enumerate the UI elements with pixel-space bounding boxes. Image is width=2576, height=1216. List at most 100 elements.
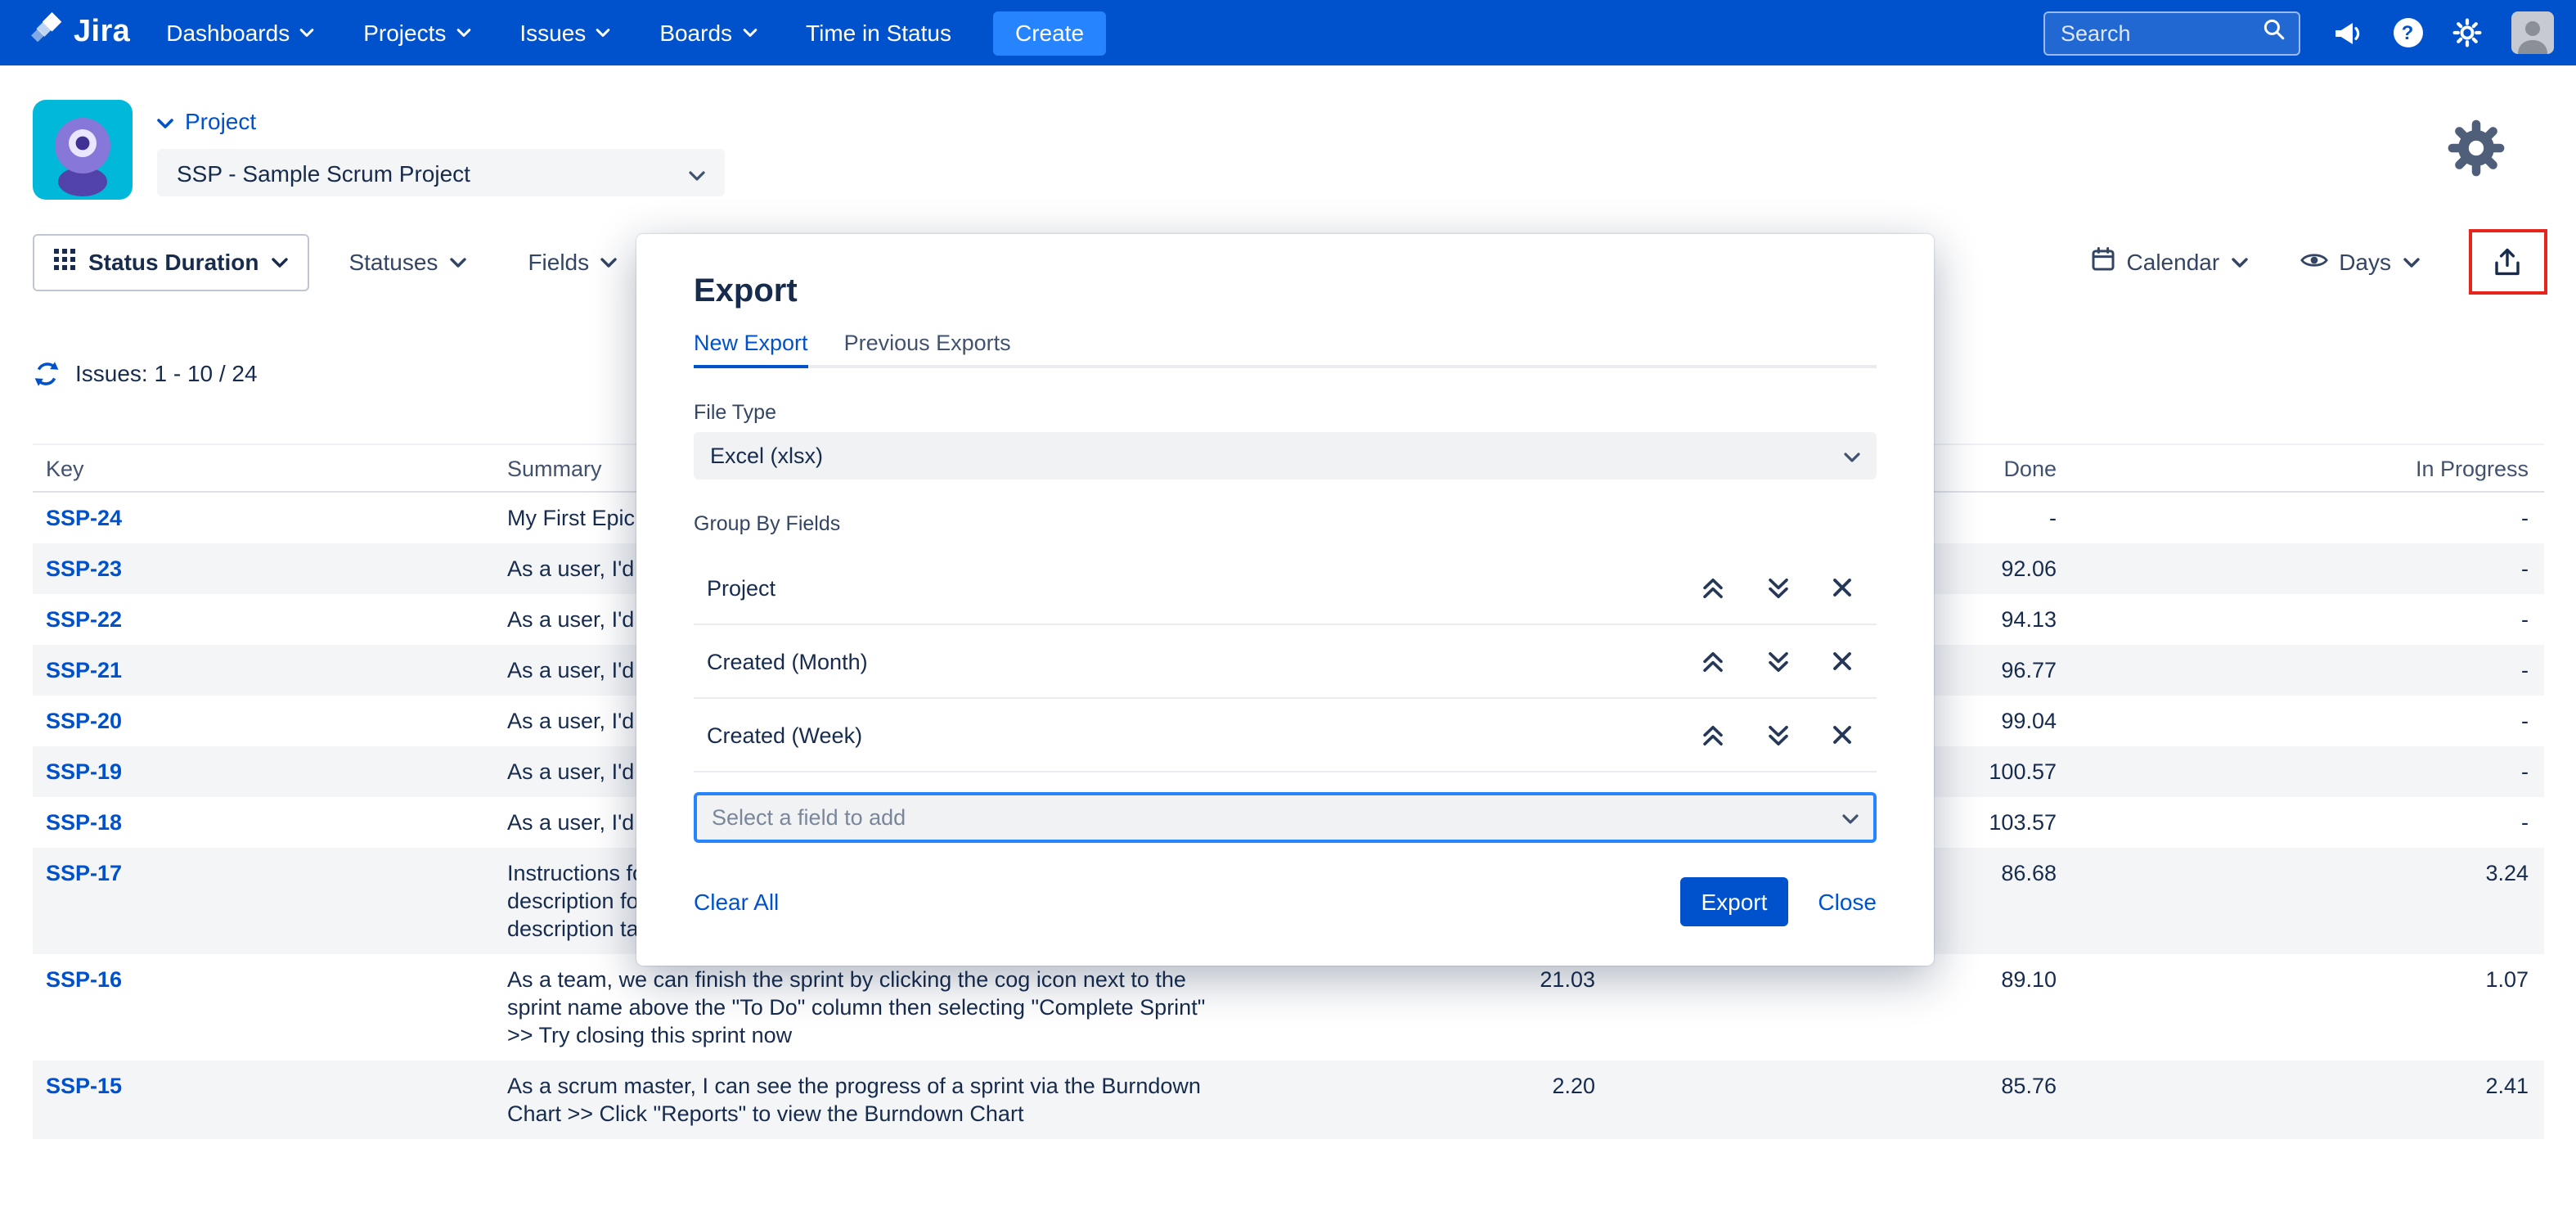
file-type-value: Excel (xlsx): [710, 444, 823, 468]
column-header-key[interactable]: Key: [33, 454, 507, 482]
issue-key-link[interactable]: SSP-16: [46, 967, 122, 992]
report-type-label: Status Duration: [88, 249, 258, 275]
clear-all-button[interactable]: Clear All: [694, 889, 779, 915]
issue-in-progress-value: 3.24: [2057, 859, 2543, 887]
chevron-down-icon: [272, 256, 288, 268]
move-top-button[interactable]: [1702, 651, 1724, 672]
fields-dropdown[interactable]: Fields: [528, 249, 617, 275]
calendar-dropdown[interactable]: Calendar: [2091, 247, 2248, 277]
jira-logo[interactable]: Jira: [29, 11, 130, 54]
issue-in-progress-value: -: [2057, 656, 2543, 684]
export-button-wrap: [2471, 232, 2543, 291]
issue-in-progress-value: -: [2057, 707, 2543, 735]
modal-title: Export: [694, 273, 1877, 311]
chevron-down-icon: [456, 28, 470, 38]
issue-summary: As a team, we can finish the sprint by c…: [507, 966, 1399, 1049]
announcement-icon[interactable]: [2332, 20, 2363, 45]
top-nav: Jira Dashboards Projects Issues Boards T…: [0, 0, 2576, 65]
group-field-actions: [1702, 651, 1852, 672]
issue-key-link[interactable]: SSP-21: [46, 658, 122, 682]
eye-icon: [2300, 249, 2327, 275]
issue-key-link[interactable]: SSP-20: [46, 709, 122, 733]
export-submit-button[interactable]: Export: [1679, 877, 1788, 926]
table-row[interactable]: SSP-16 As a team, we can finish the spri…: [33, 954, 2543, 1061]
nav-item[interactable]: Dashboards: [166, 20, 314, 46]
issue-key-link[interactable]: SSP-18: [46, 810, 122, 835]
issue-key-link[interactable]: SSP-17: [46, 861, 122, 885]
issue-extra-value: 21.03: [1399, 966, 1595, 993]
create-button[interactable]: Create: [994, 11, 1105, 55]
remove-field-button[interactable]: [1832, 725, 1852, 745]
chevron-down-icon: [2231, 256, 2247, 268]
issue-done-value: 85.76: [1595, 1072, 2057, 1100]
issue-key-link[interactable]: SSP-22: [46, 607, 122, 632]
project-selector-value: SSP - Sample Scrum Project: [177, 160, 470, 186]
report-type-button[interactable]: Status Duration: [33, 233, 309, 290]
issue-in-progress-value: -: [2057, 555, 2543, 583]
chevron-down-icon: [689, 160, 705, 186]
nav-item-label: Projects: [363, 20, 446, 46]
group-field-row: Project: [694, 552, 1877, 625]
refresh-icon[interactable]: [33, 359, 61, 387]
help-icon[interactable]: ?: [2393, 18, 2422, 47]
chevron-down-icon: [1842, 805, 1859, 830]
move-top-button[interactable]: [1702, 724, 1724, 745]
project-avatar[interactable]: [33, 100, 133, 200]
remove-field-button[interactable]: [1832, 578, 1852, 597]
settings-icon[interactable]: [2452, 18, 2481, 47]
tab-previous-exports[interactable]: Previous Exports: [844, 331, 1011, 365]
file-type-select[interactable]: Excel (xlsx): [694, 432, 1877, 480]
remove-field-button[interactable]: [1832, 651, 1852, 671]
issue-in-progress-value: -: [2057, 606, 2543, 633]
group-field-actions: [1702, 724, 1852, 745]
user-avatar[interactable]: [2511, 11, 2553, 54]
modal-footer: Clear All Export Close: [694, 877, 1877, 926]
add-field-select[interactable]: Select a field to add: [694, 792, 1877, 843]
group-field-label: Project: [707, 575, 775, 600]
nav-item[interactable]: Issues: [519, 20, 610, 46]
nav-item[interactable]: Boards: [659, 20, 757, 46]
issue-key-link[interactable]: SSP-15: [46, 1074, 122, 1098]
nav-item[interactable]: Projects: [363, 20, 470, 46]
export-icon[interactable]: [2471, 232, 2543, 291]
nav-item-label: Boards: [659, 20, 732, 46]
issue-in-progress-value: -: [2057, 808, 2543, 836]
move-bottom-button[interactable]: [1767, 724, 1790, 745]
modal-tabs: New Export Previous Exports: [694, 331, 1877, 368]
statuses-dropdown[interactable]: Statuses: [348, 249, 465, 275]
chevron-down-icon: [1844, 444, 1860, 468]
move-bottom-button[interactable]: [1767, 577, 1790, 598]
project-selector[interactable]: SSP - Sample Scrum Project: [157, 149, 725, 196]
chevron-down-icon: [596, 28, 610, 38]
issue-key-link[interactable]: SSP-24: [46, 506, 122, 530]
nav-item-label: Issues: [519, 20, 586, 46]
nav-item-label: Dashboards: [166, 20, 290, 46]
column-header-in-progress[interactable]: In Progress: [2057, 454, 2543, 482]
move-top-button[interactable]: [1702, 577, 1724, 598]
group-field-actions: [1702, 577, 1852, 598]
nav-item[interactable]: Time in Status: [806, 20, 951, 46]
project-settings-gear-icon[interactable]: [2447, 119, 2504, 182]
tab-new-export[interactable]: New Export: [694, 331, 808, 368]
days-dropdown[interactable]: Days: [2300, 249, 2419, 275]
issue-key-link[interactable]: SSP-23: [46, 556, 122, 581]
chevron-down-icon: [600, 256, 617, 268]
close-button[interactable]: Close: [1818, 889, 1877, 915]
export-modal: Export New Export Previous Exports File …: [636, 234, 1934, 966]
search-box[interactable]: [2043, 11, 2300, 55]
chevron-down-icon: [449, 256, 465, 268]
group-field-row: Created (Month): [694, 625, 1877, 699]
issue-done-value: 89.10: [1595, 966, 2057, 993]
chevron-down-icon: [299, 28, 314, 38]
issue-key-link[interactable]: SSP-19: [46, 759, 122, 784]
search-input[interactable]: [2057, 19, 2262, 47]
issue-summary: As a scrum master, I can see the progres…: [507, 1072, 1399, 1128]
move-bottom-button[interactable]: [1767, 651, 1790, 672]
grid-icon: [54, 249, 75, 275]
group-by-label: Group By Fields: [694, 512, 1877, 535]
breadcrumb[interactable]: Project: [157, 108, 725, 134]
table-row[interactable]: SSP-15 As a scrum master, I can see the …: [33, 1061, 2543, 1139]
group-field-row: Created (Week): [694, 699, 1877, 772]
group-by-field-list: Project Created (Month): [694, 552, 1877, 772]
project-header: Project SSP - Sample Scrum Project: [0, 65, 2576, 209]
